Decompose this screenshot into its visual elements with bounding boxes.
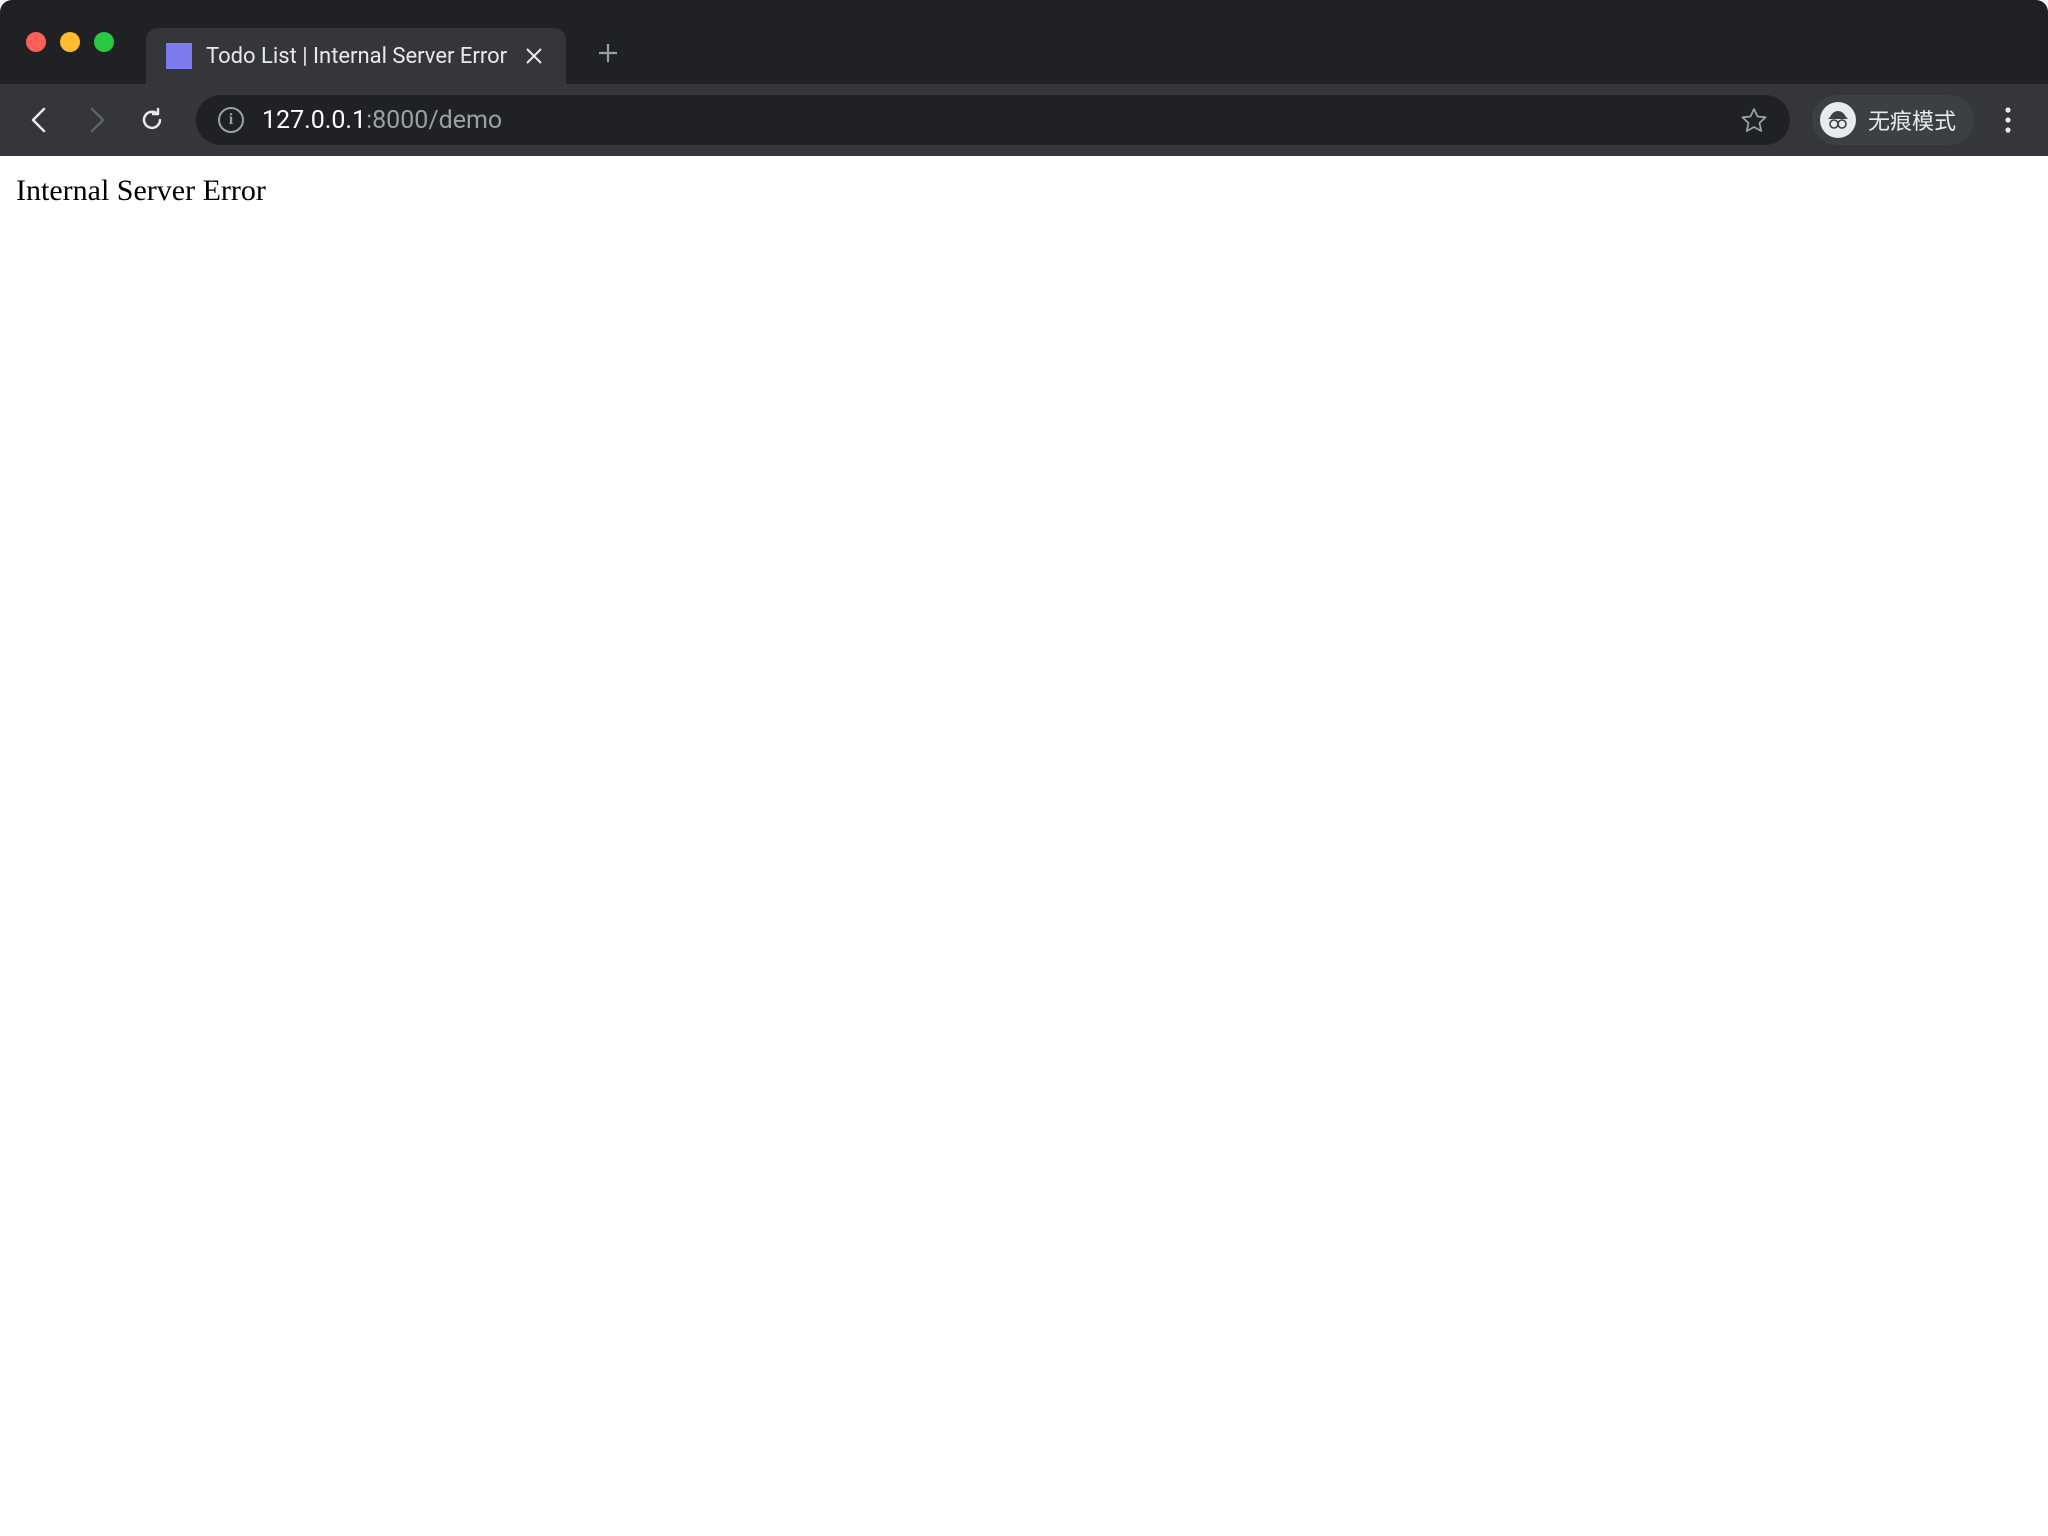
new-tab-button[interactable] <box>588 33 628 73</box>
url-path: :8000/demo <box>366 106 502 135</box>
error-message: Internal Server Error <box>16 174 2032 208</box>
site-info-icon[interactable]: i <box>218 107 244 133</box>
back-button[interactable] <box>18 98 62 142</box>
browser-tab[interactable]: Todo List | Internal Server Error <box>146 28 566 84</box>
incognito-indicator[interactable]: 无痕模式 <box>1812 95 1974 145</box>
browser-toolbar: i 127.0.0.1:8000/demo 无痕模式 <box>0 84 2048 156</box>
window-maximize-button[interactable] <box>94 32 114 52</box>
tab-strip: Todo List | Internal Server Error <box>0 0 2048 84</box>
forward-button[interactable] <box>74 98 118 142</box>
browser-menu-button[interactable] <box>1986 98 2030 142</box>
page-body: Internal Server Error <box>0 156 2048 1536</box>
window-close-button[interactable] <box>26 32 46 52</box>
reload-button[interactable] <box>130 98 174 142</box>
tab-title: Todo List | Internal Server Error <box>206 44 508 69</box>
tab-close-button[interactable] <box>522 44 546 68</box>
window-minimize-button[interactable] <box>60 32 80 52</box>
window-controls <box>26 32 114 52</box>
browser-chrome: Todo List | Internal Server Error i 127.… <box>0 0 2048 156</box>
incognito-icon <box>1820 102 1856 138</box>
bookmark-star-icon[interactable] <box>1740 106 1768 134</box>
url-host: 127.0.0.1 <box>262 106 366 135</box>
address-bar[interactable]: i 127.0.0.1:8000/demo <box>196 95 1790 145</box>
incognito-label: 无痕模式 <box>1868 104 1956 136</box>
tab-favicon-icon <box>166 43 192 69</box>
url-display: 127.0.0.1:8000/demo <box>262 106 1722 135</box>
